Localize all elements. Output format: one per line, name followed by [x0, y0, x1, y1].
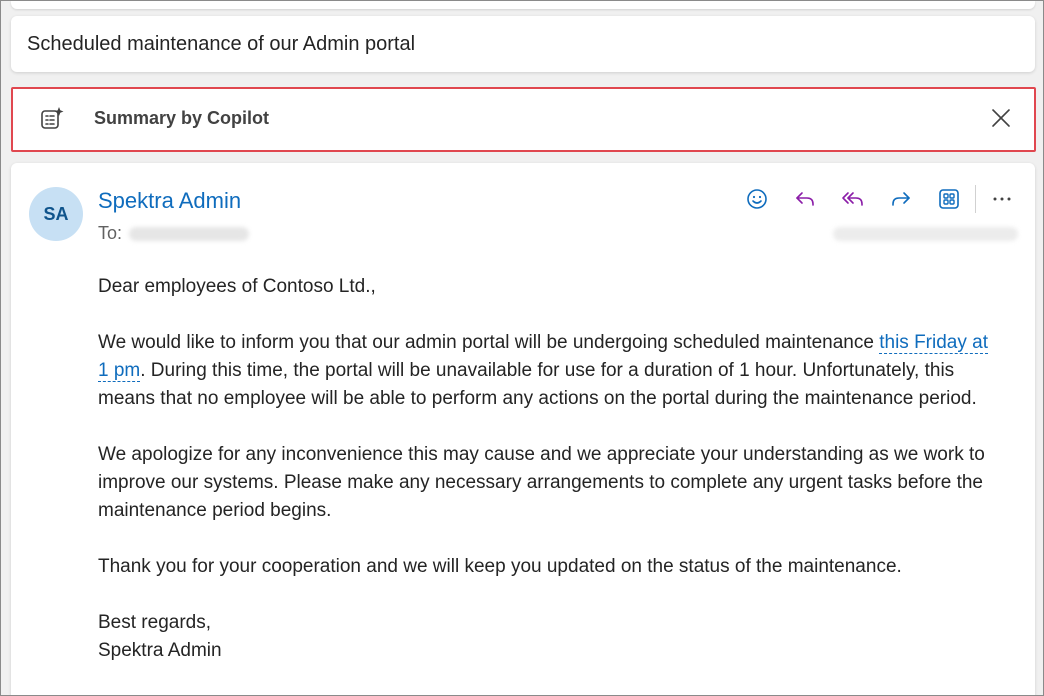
paragraph-1: We would like to inform you that our adm…	[98, 329, 998, 413]
timestamp-redacted	[833, 227, 1018, 241]
emoji-icon	[747, 189, 767, 209]
reply-all-button[interactable]	[837, 183, 869, 215]
recipient-redacted	[129, 227, 249, 241]
signature-block: Best regards, Spektra Admin	[98, 609, 998, 665]
more-icon	[993, 197, 1011, 201]
apps-button[interactable]	[933, 183, 965, 215]
paragraph-3: Thank you for your cooperation and we wi…	[98, 556, 902, 577]
paragraph-2: We apologize for any inconvenience this …	[98, 444, 985, 521]
greeting: Dear employees of Contoso Ltd.,	[98, 276, 376, 297]
reading-pane: Scheduled maintenance of our Admin porta…	[0, 0, 1044, 696]
subject-card: Scheduled maintenance of our Admin porta…	[11, 16, 1035, 72]
forward-icon	[892, 192, 910, 206]
forward-button[interactable]	[885, 183, 917, 215]
more-actions-button[interactable]	[986, 183, 1018, 215]
message-actions	[741, 183, 1018, 215]
actions-divider	[975, 185, 976, 213]
apps-icon	[939, 189, 959, 209]
paragraph-1-start: We would like to inform you that our adm…	[98, 332, 880, 353]
reply-button[interactable]	[789, 183, 821, 215]
paragraph-1-end: . During this time, the portal will be u…	[98, 360, 977, 409]
reply-all-icon	[842, 192, 863, 206]
copilot-summary-label: Summary by Copilot	[94, 108, 270, 128]
copilot-summary-bar[interactable]: Summary by Copilot	[11, 87, 1036, 152]
copilot-summary-icon	[41, 107, 64, 129]
closing: Best regards,	[98, 612, 211, 633]
email-subject: Scheduled maintenance of our Admin porta…	[27, 33, 416, 55]
to-label: To:	[98, 223, 123, 243]
message-card: SA Spektra Admin To: Dear employees of C…	[11, 163, 1035, 695]
close-icon[interactable]	[988, 105, 1014, 131]
message-body: Dear employees of Contoso Ltd., We would…	[98, 273, 998, 665]
previous-card-edge	[11, 1, 1035, 9]
emoji-reaction-button[interactable]	[741, 183, 773, 215]
sender-name[interactable]: Spektra Admin	[98, 188, 241, 214]
avatar[interactable]: SA	[29, 187, 83, 241]
signature: Spektra Admin	[98, 640, 222, 661]
reply-icon	[796, 192, 814, 206]
